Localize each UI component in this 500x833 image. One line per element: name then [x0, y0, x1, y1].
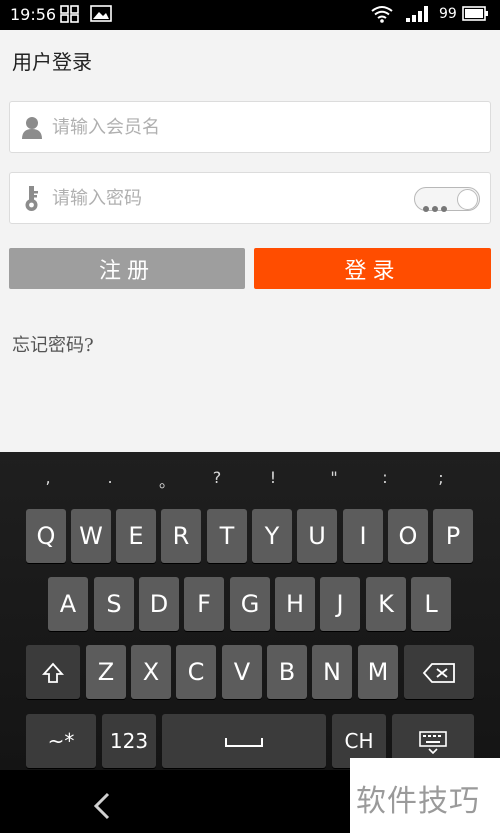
backspace-key[interactable] — [404, 645, 474, 699]
page-title: 用户登录 — [12, 50, 92, 74]
key-b[interactable]: B — [267, 645, 307, 699]
key-n[interactable]: N — [312, 645, 352, 699]
key-z[interactable]: Z — [86, 645, 126, 699]
register-button[interactable]: 注册 — [9, 248, 245, 289]
numbers-key[interactable]: 123 — [102, 714, 156, 768]
watermark: 软件技巧 — [350, 758, 500, 833]
key-icon — [24, 186, 40, 216]
punct-key[interactable]: 。 — [157, 468, 177, 492]
symbols-key[interactable]: ~* — [26, 714, 96, 768]
key-i[interactable]: I — [343, 509, 383, 563]
battery-icon — [462, 6, 490, 26]
login-button[interactable]: 登录 — [254, 248, 491, 289]
wifi-icon — [370, 5, 394, 27]
key-l[interactable]: L — [411, 577, 451, 631]
username-field[interactable] — [9, 101, 491, 153]
watermark-text: 软件技巧 — [356, 784, 480, 819]
punct-key[interactable]: " — [324, 468, 344, 487]
punct-key[interactable]: ! — [263, 468, 283, 487]
shift-key[interactable] — [26, 645, 80, 699]
show-password-toggle[interactable] — [414, 187, 480, 212]
key-m[interactable]: M — [358, 645, 398, 699]
key-p[interactable]: P — [433, 509, 473, 563]
key-e[interactable]: E — [116, 509, 156, 563]
punctuation-bar: , . 。 ? ! " : ; — [0, 452, 500, 508]
image-icon — [90, 5, 112, 27]
key-s[interactable]: S — [94, 577, 134, 631]
keyboard-icon — [418, 727, 448, 755]
password-input[interactable] — [52, 181, 412, 215]
key-t[interactable]: T — [207, 509, 247, 563]
signal-icon — [405, 5, 431, 27]
password-field[interactable] — [9, 172, 491, 224]
key-h[interactable]: H — [275, 577, 315, 631]
back-icon[interactable] — [92, 792, 112, 824]
key-j[interactable]: J — [320, 577, 360, 631]
key-r[interactable]: R — [161, 509, 201, 563]
key-a[interactable]: A — [48, 577, 88, 631]
punct-key[interactable]: , — [38, 468, 58, 487]
space-key[interactable] — [162, 714, 326, 768]
battery-level: 99 — [439, 6, 457, 22]
forgot-password-link[interactable]: 忘记密码? — [12, 331, 94, 357]
key-c[interactable]: C — [176, 645, 216, 699]
shift-icon — [41, 658, 65, 686]
user-icon — [22, 116, 42, 144]
key-k[interactable]: K — [366, 577, 406, 631]
dots-icon — [423, 197, 455, 212]
key-u[interactable]: U — [297, 509, 337, 563]
backspace-icon — [422, 658, 456, 686]
key-g[interactable]: G — [230, 577, 270, 631]
punct-key[interactable]: ; — [431, 468, 451, 487]
punct-key[interactable]: ? — [207, 468, 227, 487]
punct-key[interactable]: . — [100, 468, 120, 487]
status-time: 19:56 — [10, 5, 57, 24]
key-y[interactable]: Y — [252, 509, 292, 563]
key-v[interactable]: V — [222, 645, 262, 699]
status-bar: 19:56 99 — [0, 0, 500, 30]
key-x[interactable]: X — [131, 645, 171, 699]
key-q[interactable]: Q — [26, 509, 66, 563]
key-w[interactable]: W — [71, 509, 111, 563]
key-o[interactable]: O — [388, 509, 428, 563]
space-icon — [224, 727, 264, 755]
grid-icon — [60, 5, 80, 27]
key-d[interactable]: D — [139, 577, 179, 631]
key-f[interactable]: F — [184, 577, 224, 631]
toggle-knob — [457, 189, 478, 210]
punct-key[interactable]: : — [375, 468, 395, 487]
username-input[interactable] — [52, 110, 412, 144]
